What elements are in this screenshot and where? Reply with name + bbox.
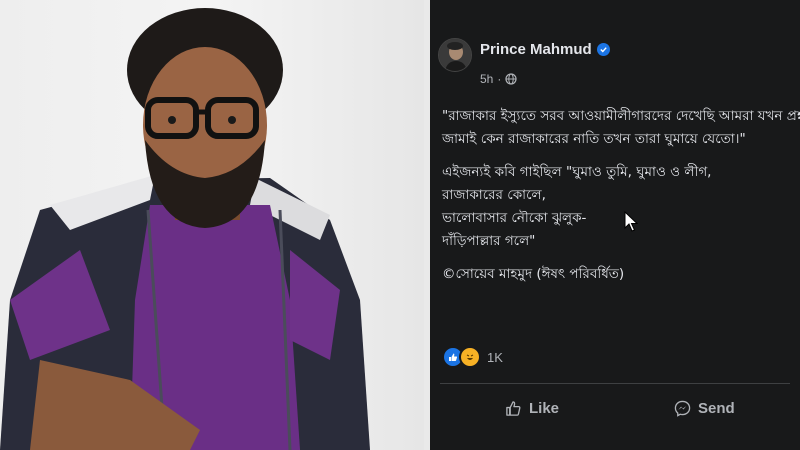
author-name-row: Prince Mahmud: [480, 41, 610, 58]
actions-divider: [440, 383, 790, 384]
author-name[interactable]: Prince Mahmud: [480, 41, 592, 58]
post-line: দাঁড়িপাল্লার গলে": [442, 233, 536, 249]
reaction-summary[interactable]: 1K: [442, 346, 503, 368]
send-label: Send: [698, 400, 735, 417]
post-text: "রাজাকার ইস্যুতে সরব আওয়ামীলীগারদের দেখ…: [442, 105, 800, 286]
avatar-portrait-icon: [439, 39, 471, 71]
send-button[interactable]: Send: [674, 400, 735, 417]
post-line: জামাই কেন রাজাকারের নাতি তখন তারা ঘুমায়…: [442, 131, 746, 147]
person-photo-illustration: [0, 0, 424, 450]
thumbs-up-icon: [506, 401, 521, 416]
post-line: ভালোবাসার নৌকো ঝুলুক-: [442, 210, 587, 226]
globe-icon: [505, 73, 517, 85]
post-line: "রাজাকার ইস্যুতে সরব আওয়ামীলীগারদের দেখ…: [442, 108, 800, 124]
haha-reaction-icon: [459, 346, 481, 368]
post-line: এইজন্যই কবি গাইছিল "ঘুমাও তুমি, ঘুমাও ও …: [442, 164, 712, 180]
messenger-icon: [674, 400, 691, 417]
reaction-count: 1K: [487, 349, 503, 365]
post-meta: 5h ·: [480, 72, 517, 86]
like-label: Like: [529, 400, 560, 417]
post-line: ©সোয়েব মাহমুদ (ঈষৎ পরিবর্ধিত): [442, 266, 625, 282]
facebook-post: Prince Mahmud 5h · "রাজাকার ইস্যুতে সরব …: [430, 0, 800, 450]
post-line: রাজাকারের কোলে,: [442, 187, 546, 203]
mouse-cursor-icon: [624, 211, 638, 232]
like-button[interactable]: Like: [505, 400, 559, 417]
post-time[interactable]: 5h: [480, 72, 493, 86]
person-photo: [0, 0, 424, 450]
author-avatar[interactable]: [438, 38, 472, 72]
verified-badge-icon: [596, 43, 610, 56]
